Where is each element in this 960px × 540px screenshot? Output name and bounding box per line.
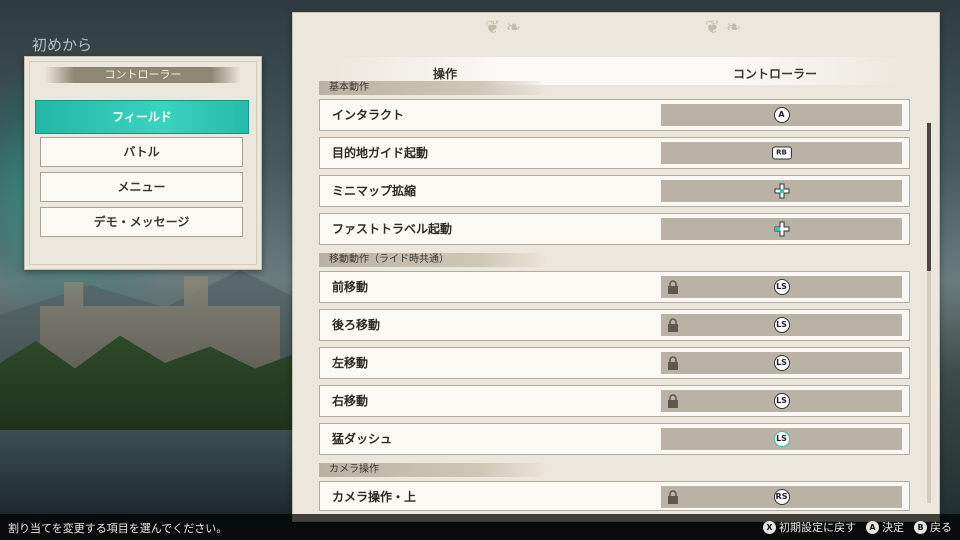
left-stick-press-icon: LS — [773, 431, 790, 447]
binding-label: 目的地ガイド起動 — [332, 146, 429, 160]
lock-icon — [668, 280, 678, 294]
ornament-right-icon: ❦ ❧ — [705, 17, 741, 38]
section-movement: 移動動作（ライド時共通） — [319, 253, 549, 267]
category-field-button[interactable]: フィールド — [35, 100, 249, 134]
column-header-controller: コントローラー — [733, 67, 818, 81]
x-button-icon: X — [763, 520, 776, 534]
reset-defaults-label: 初期設定に戻す — [779, 521, 856, 534]
scrollbar[interactable] — [927, 123, 931, 503]
reset-defaults-action[interactable]: X 初期設定に戻す — [763, 519, 856, 535]
binding-label: ファストトラベル起動 — [332, 222, 453, 236]
lock-icon — [668, 394, 678, 408]
section-camera: カメラ操作 — [319, 463, 549, 477]
lock-icon — [668, 318, 678, 332]
binding-row-sprint[interactable]: 猛ダッシュ LS — [319, 423, 910, 455]
binding-label: インタラクト — [332, 108, 405, 122]
binding-row-move-back[interactable]: 後ろ移動 LS — [319, 309, 910, 341]
binding-label: 前移動 — [332, 280, 369, 294]
binding-label: 左移動 — [332, 356, 369, 370]
binding-label: 右移動 — [332, 394, 369, 408]
right-stick-icon: RS — [773, 489, 790, 505]
binding-label: カメラ操作・上 — [332, 490, 417, 504]
category-panel-header: コントローラー — [45, 67, 241, 83]
menu-title: 初めから — [32, 36, 93, 54]
binding-slot[interactable]: RB — [661, 142, 902, 164]
back-label: 戻る — [930, 521, 952, 534]
section-basic-actions: 基本動作 — [319, 81, 549, 95]
binding-row-camera-up[interactable]: カメラ操作・上 RS — [319, 481, 910, 511]
left-stick-icon: LS — [773, 355, 790, 371]
key-binding-panel: ❦ ❧ ❦ ❧ 操作 コントローラー 基本動作 インタラクト A 目的地ガイド起… — [292, 12, 940, 522]
rb-button-icon: RB — [771, 146, 792, 160]
binding-row-minimap-zoom[interactable]: ミニマップ拡縮 — [319, 175, 910, 207]
binding-row-move-forward[interactable]: 前移動 LS — [319, 271, 910, 303]
a-button-icon: A — [773, 107, 790, 123]
left-stick-icon: LS — [773, 317, 790, 333]
b-button-icon: B — [914, 520, 927, 534]
footer-hint: 割り当てを変更する項目を選んでください。 — [8, 522, 228, 535]
binding-slot: LS — [661, 314, 902, 336]
dpad-icon — [774, 183, 789, 199]
confirm-action[interactable]: A 決定 — [866, 519, 904, 535]
binding-label: 猛ダッシュ — [332, 432, 393, 446]
binding-slot: LS — [661, 390, 902, 412]
lock-icon — [668, 356, 678, 370]
category-panel: コントローラー フィールド バトル メニュー デモ・メッセージ — [24, 56, 262, 270]
binding-slot[interactable] — [661, 180, 902, 202]
binding-row-interact[interactable]: インタラクト A — [319, 99, 910, 131]
scrollbar-thumb[interactable] — [927, 123, 931, 271]
category-menu-button[interactable]: メニュー — [40, 172, 243, 202]
left-stick-icon: LS — [773, 393, 790, 409]
left-stick-icon: LS — [773, 279, 790, 295]
ornament-left-icon: ❦ ❧ — [485, 17, 521, 38]
footer-bar: 割り当てを変更する項目を選んでください。 X 初期設定に戻す A 決定 B 戻る — [0, 514, 960, 540]
binding-row-move-right[interactable]: 右移動 LS — [319, 385, 910, 417]
binding-slot: RS — [661, 486, 902, 508]
binding-row-move-left[interactable]: 左移動 LS — [319, 347, 910, 379]
confirm-label: 決定 — [882, 521, 904, 534]
lock-icon — [668, 490, 678, 504]
binding-slot[interactable]: LS — [661, 428, 902, 450]
back-action[interactable]: B 戻る — [914, 519, 952, 535]
binding-row-destination-guide[interactable]: 目的地ガイド起動 RB — [319, 137, 910, 169]
binding-slot: LS — [661, 276, 902, 298]
binding-slot[interactable] — [661, 218, 902, 240]
binding-row-fast-travel[interactable]: ファストトラベル起動 — [319, 213, 910, 245]
binding-slot[interactable]: A — [661, 104, 902, 126]
category-demo-message-button[interactable]: デモ・メッセージ — [40, 207, 243, 237]
column-header-operation: 操作 — [433, 67, 458, 81]
category-battle-button[interactable]: バトル — [40, 137, 243, 167]
footer-actions: X 初期設定に戻す A 決定 B 戻る — [763, 519, 952, 535]
dpad-icon — [774, 221, 789, 237]
binding-label: ミニマップ拡縮 — [332, 184, 417, 198]
binding-slot: LS — [661, 352, 902, 374]
a-button-icon: A — [866, 520, 879, 534]
binding-label: 後ろ移動 — [332, 318, 381, 332]
